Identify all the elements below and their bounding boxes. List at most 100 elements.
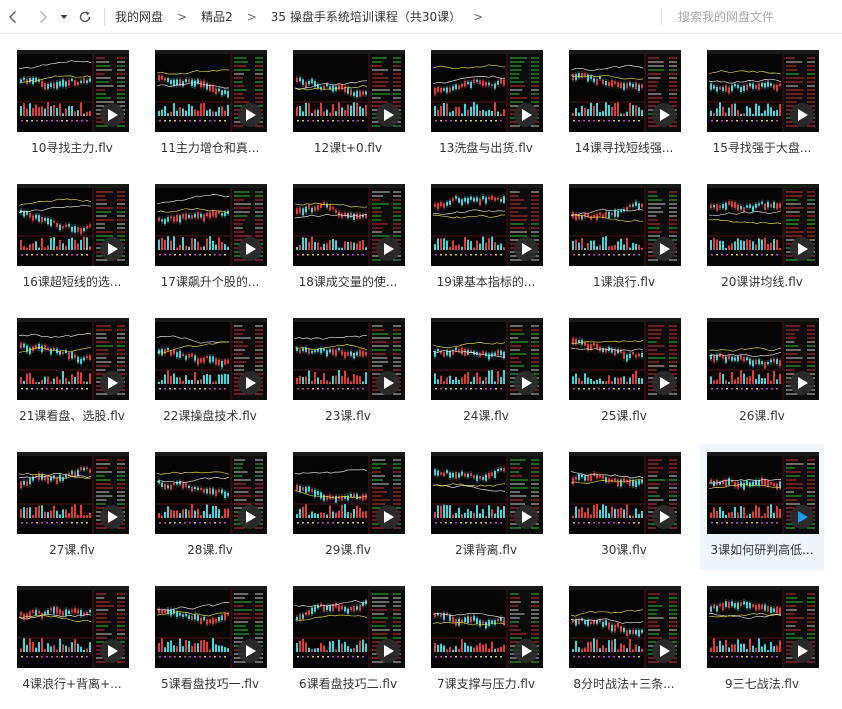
file-item[interactable]: 27课.flv xyxy=(10,444,134,570)
video-thumbnail xyxy=(569,318,681,400)
search-divider xyxy=(661,8,662,26)
file-item[interactable]: 20课讲均线.flv xyxy=(700,176,824,302)
file-item[interactable]: 19课基本指标的... xyxy=(424,176,548,302)
play-button[interactable] xyxy=(652,371,676,395)
play-button[interactable] xyxy=(238,639,262,663)
play-button[interactable] xyxy=(100,371,124,395)
breadcrumb-separator: > xyxy=(246,9,257,24)
file-item[interactable]: 5课看盘技巧一.flv xyxy=(148,578,272,704)
play-button[interactable] xyxy=(376,371,400,395)
file-name: 29课.flv xyxy=(325,543,371,557)
play-button[interactable] xyxy=(376,639,400,663)
breadcrumb-item-current[interactable]: 35 操盘手系统培训课程（共30课） xyxy=(271,8,461,25)
play-button[interactable] xyxy=(652,103,676,127)
play-button[interactable] xyxy=(790,639,814,663)
play-icon xyxy=(798,645,808,657)
play-icon xyxy=(246,109,256,121)
file-item[interactable]: 22课操盘技术.flv xyxy=(148,310,272,436)
video-thumbnail xyxy=(155,318,267,400)
play-button[interactable] xyxy=(652,505,676,529)
file-item[interactable]: 7课支撑与压力.flv xyxy=(424,578,548,704)
play-icon xyxy=(660,109,670,121)
file-name: 21课看盘、选股.flv xyxy=(19,409,125,423)
file-item[interactable]: 10寻找主力.flv xyxy=(10,42,134,168)
file-item[interactable]: 11主力增仓和真... xyxy=(148,42,272,168)
file-item[interactable]: 12课t+0.flv xyxy=(286,42,410,168)
file-name: 13洗盘与出货.flv xyxy=(439,141,533,155)
play-button[interactable] xyxy=(376,237,400,261)
file-item[interactable]: 21课看盘、选股.flv xyxy=(10,310,134,436)
forward-button[interactable] xyxy=(32,6,54,28)
play-button[interactable] xyxy=(514,505,538,529)
file-item[interactable]: 28课.flv xyxy=(148,444,272,570)
file-item[interactable]: 25课.flv xyxy=(562,310,686,436)
play-button[interactable] xyxy=(790,371,814,395)
history-dropdown-button[interactable] xyxy=(56,6,72,28)
video-thumbnail xyxy=(431,50,543,132)
file-item[interactable]: 29课.flv xyxy=(286,444,410,570)
play-button[interactable] xyxy=(100,237,124,261)
search-input[interactable] xyxy=(668,6,836,28)
play-button[interactable] xyxy=(652,237,676,261)
file-item[interactable]: 15寻找强于大盘... xyxy=(700,42,824,168)
file-item[interactable]: 17课飙升个股的... xyxy=(148,176,272,302)
file-item[interactable]: 1课浪行.flv xyxy=(562,176,686,302)
file-item[interactable]: 16课超短线的选... xyxy=(10,176,134,302)
file-item[interactable]: 26课.flv xyxy=(700,310,824,436)
file-name: 8分时战法+三条... xyxy=(573,677,675,691)
play-button[interactable] xyxy=(514,371,538,395)
breadcrumb-expand-button[interactable]: > xyxy=(473,10,483,24)
file-item[interactable]: 4课浪行+背离+... xyxy=(10,578,134,704)
back-button[interactable] xyxy=(2,6,24,28)
file-item[interactable]: 9三七战法.flv xyxy=(700,578,824,704)
play-button[interactable] xyxy=(652,639,676,663)
play-button[interactable] xyxy=(238,237,262,261)
file-name: 15寻找强于大盘... xyxy=(712,141,812,155)
play-button[interactable] xyxy=(376,505,400,529)
file-item[interactable]: 24课.flv xyxy=(424,310,548,436)
file-item[interactable]: 8分时战法+三条... xyxy=(562,578,686,704)
video-thumbnail xyxy=(293,318,405,400)
play-button[interactable] xyxy=(514,237,538,261)
file-item[interactable]: 30课.flv xyxy=(562,444,686,570)
breadcrumb-item-root[interactable]: 我的网盘 xyxy=(115,8,163,25)
file-item[interactable]: 23课.flv xyxy=(286,310,410,436)
breadcrumb: 我的网盘 > 精品2 > 35 操盘手系统培训课程（共30课） > xyxy=(115,8,497,25)
video-thumbnail xyxy=(569,452,681,534)
video-thumbnail xyxy=(293,586,405,668)
file-name: 23课.flv xyxy=(325,409,371,423)
file-name: 30课.flv xyxy=(601,543,647,557)
play-button[interactable] xyxy=(790,505,814,529)
play-button[interactable] xyxy=(790,103,814,127)
file-name: 9三七战法.flv xyxy=(724,677,800,691)
play-button[interactable] xyxy=(100,639,124,663)
refresh-button[interactable] xyxy=(74,6,96,28)
play-button[interactable] xyxy=(238,103,262,127)
toolbar-divider xyxy=(104,7,105,26)
file-item[interactable]: 13洗盘与出货.flv xyxy=(424,42,548,168)
play-button[interactable] xyxy=(100,505,124,529)
file-item[interactable]: 2课背离.flv xyxy=(424,444,548,570)
file-name: 18课成交量的使... xyxy=(298,275,398,289)
file-name: 6课看盘技巧二.flv xyxy=(298,677,398,691)
video-thumbnail xyxy=(17,586,129,668)
file-name: 2课背离.flv xyxy=(454,543,518,557)
video-thumbnail xyxy=(707,452,819,534)
file-item[interactable]: 18课成交量的使... xyxy=(286,176,410,302)
file-item[interactable]: 6课看盘技巧二.flv xyxy=(286,578,410,704)
breadcrumb-separator: > xyxy=(177,9,188,24)
play-button[interactable] xyxy=(238,371,262,395)
play-button[interactable] xyxy=(100,103,124,127)
play-icon xyxy=(798,109,808,121)
play-button[interactable] xyxy=(238,505,262,529)
breadcrumb-item-folder[interactable]: 精品2 xyxy=(201,8,233,25)
play-button[interactable] xyxy=(514,639,538,663)
video-thumbnail xyxy=(155,586,267,668)
play-button[interactable] xyxy=(376,103,400,127)
play-icon xyxy=(384,511,394,523)
play-button[interactable] xyxy=(790,237,814,261)
file-item[interactable]: 3课如何研判高低... xyxy=(700,444,824,570)
file-name: 14课寻找短线强... xyxy=(574,141,674,155)
file-item[interactable]: 14课寻找短线强... xyxy=(562,42,686,168)
play-button[interactable] xyxy=(514,103,538,127)
